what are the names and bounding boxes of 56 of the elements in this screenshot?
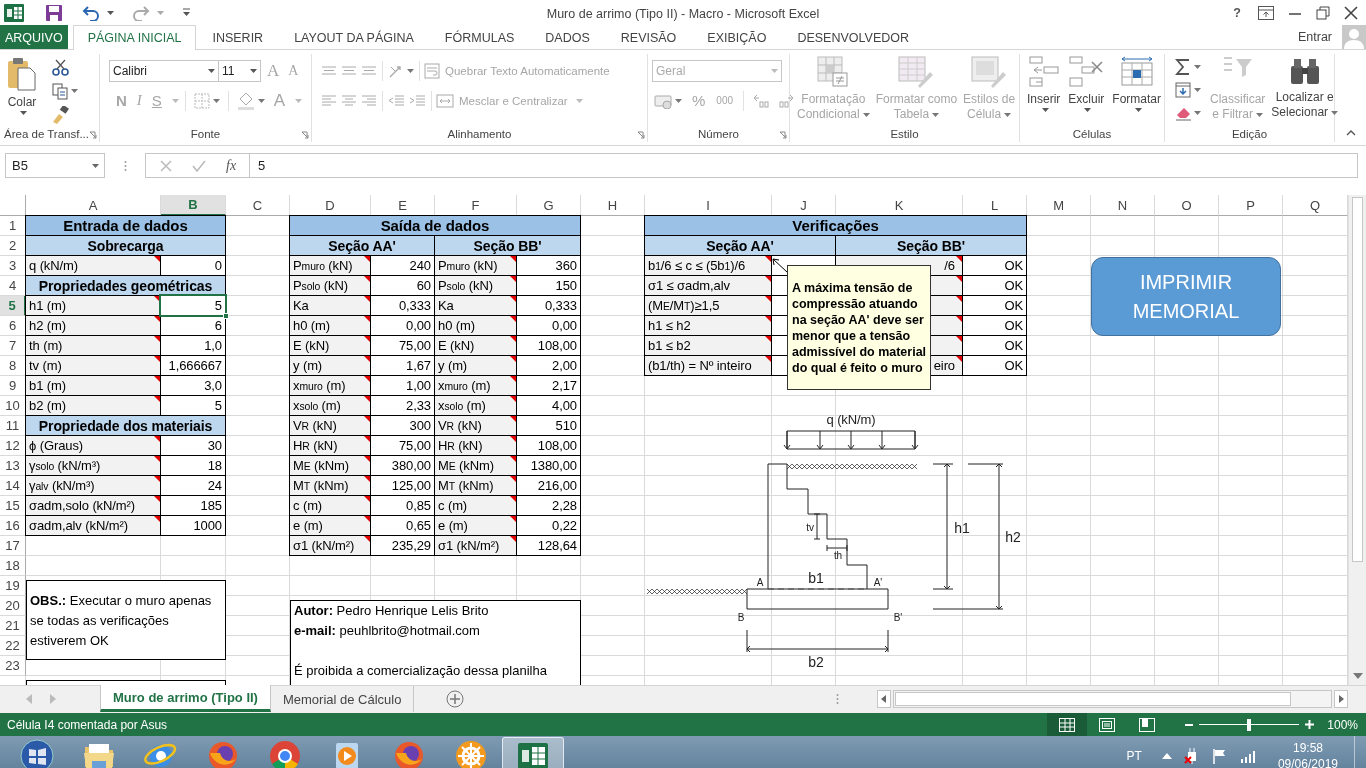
cell-text: 5 — [214, 298, 222, 313]
cell-text: b1 (m) — [29, 378, 66, 393]
drawing-label: b2 — [808, 654, 824, 670]
cell-text: eiro — [933, 358, 955, 373]
cell-text: e (m) — [438, 518, 468, 533]
cell-text: σ1 ≤ σadm,alv — [648, 278, 730, 293]
group-label: Estilo — [890, 128, 919, 140]
group-label: Número — [698, 128, 739, 140]
cell-text: e (m) — [293, 518, 323, 533]
cell-text: Ka — [438, 298, 454, 313]
cell-text: b1 ≤ b2 — [648, 338, 691, 353]
note-box: OBS.: Executar o muro apenas se todas as verificações estiverem OK — [26, 580, 226, 660]
cell-text: b2 (m) — [29, 398, 66, 413]
cell-text: h1 (m) — [29, 298, 66, 313]
author-text: Autor: Pedro Henrique Lelis Brito — [294, 603, 489, 618]
drawing-label: h2 — [1005, 529, 1021, 545]
cell-text: /6 — [944, 258, 955, 273]
cell-text: E (kN) — [438, 338, 475, 353]
cell-text: ϕ (Graus) — [29, 438, 84, 453]
drawing-label: B' — [893, 612, 903, 623]
drawing-label: A — [756, 577, 764, 588]
group-label: Alinhamento — [447, 128, 512, 140]
drawing-label: A' — [873, 577, 883, 588]
comment-tooltip: A máxima tensão de compressão atuando na seção AA' deve ser menor que a tensão admissível do material do qual é feito o muro — [787, 265, 931, 390]
status-message: Célula I4 comentada por Asus — [7, 717, 169, 732]
cell-text: tv (m) — [29, 358, 62, 373]
cell-text: y (m) — [438, 358, 468, 373]
cell-text: h1 ≤ h2 — [648, 318, 691, 333]
author-text: e-mail: peuhlbrito@hotmail.com — [294, 623, 480, 638]
cell-text: h0 (m) — [438, 318, 475, 333]
cell-text: σ1 (kN/m²) — [293, 538, 355, 553]
drawing-label: th — [833, 550, 843, 561]
cell-text: h2 (m) — [29, 318, 66, 333]
cell-text: σadm,solo (kN/m²) — [29, 498, 135, 513]
window-title: Muro de arrimo (Tipo II) - Macro - Microsoft Excel — [546, 5, 820, 21]
cell-text: h0 (m) — [293, 318, 330, 333]
drawing-label: q (kN/m) — [826, 412, 876, 427]
drawing-label: B — [737, 612, 745, 623]
cell-text: y (m) — [293, 358, 323, 373]
cell-text: Ka — [293, 298, 309, 313]
cell-text: c (m) — [438, 498, 468, 513]
author-text: É proibida a comercialização dessa planilha — [294, 663, 547, 678]
cell-text: E (kN) — [293, 338, 330, 353]
group-label: Células — [1072, 128, 1112, 140]
cell-text: σadm,alv (kN/m²) — [29, 518, 128, 533]
cell-text: (b1/th) = Nº inteiro — [648, 358, 752, 373]
drawing-label: b1 — [808, 570, 824, 586]
drawing-label: h1 — [954, 520, 970, 536]
cell-text: th (m) — [29, 338, 63, 353]
group-label: Área de Transf... — [4, 128, 89, 140]
cell-text: q (kN/m) — [29, 258, 79, 273]
cell-text: c (m) — [293, 498, 323, 513]
group-label: Fonte — [190, 128, 221, 140]
group-label: Edição — [1231, 128, 1268, 140]
cell-text: σ1 (kN/m²) — [438, 538, 500, 553]
drawing-label: tv — [806, 522, 814, 533]
